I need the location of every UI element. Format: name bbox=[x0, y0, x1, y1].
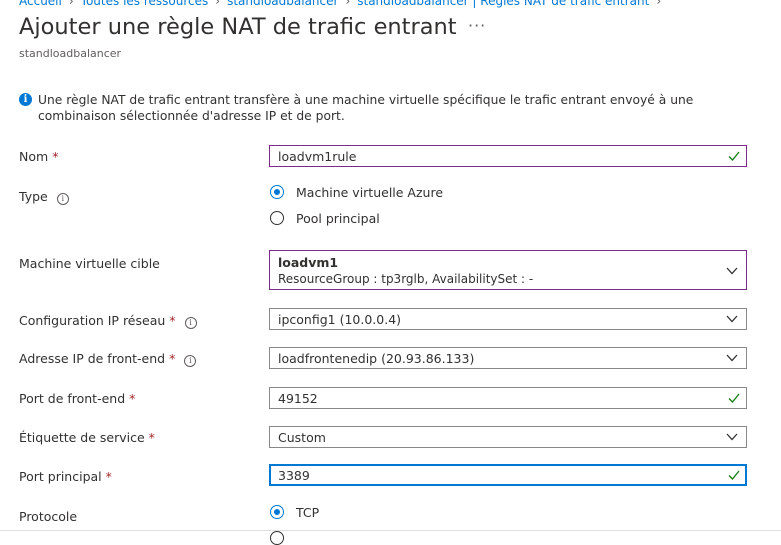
protocol-option-tcp-label[interactable]: TCP bbox=[296, 505, 319, 520]
required-marker: * bbox=[169, 313, 176, 328]
frontend-ip-value: loadfrontenedip (20.93.86.133) bbox=[278, 351, 475, 366]
required-marker: * bbox=[52, 149, 59, 164]
checkmark-icon bbox=[728, 393, 740, 403]
info-icon: i bbox=[19, 93, 32, 106]
target-vm-details: ResourceGroup : tp3rglb, AvailabilitySet… bbox=[278, 272, 534, 286]
backend-port-input[interactable]: 3389 bbox=[269, 464, 747, 486]
info-tooltip-icon[interactable]: i bbox=[184, 317, 197, 329]
breadcrumb-home[interactable]: Accueil bbox=[19, 0, 62, 8]
target-vm-name: loadvm1 bbox=[278, 255, 339, 270]
breadcrumb: Accueil › Toutes les ressources › standloadb… bbox=[19, 0, 668, 8]
frontend-ip-dropdown[interactable]: loadfrontenedip (20.93.86.133) bbox=[269, 347, 747, 369]
breadcrumb-nat-rules[interactable]: standloadbalancer | Règles NAT de trafic… bbox=[357, 0, 649, 8]
frontend-port-label: Port de front-end * bbox=[19, 391, 136, 406]
chevron-down-icon bbox=[726, 267, 738, 275]
target-vm-label: Machine virtuelle cible bbox=[19, 256, 160, 271]
ip-config-dropdown[interactable]: ipconfig1 (10.0.0.4) bbox=[269, 308, 747, 330]
frontend-ip-label: Adresse IP de front-end * i bbox=[19, 351, 197, 367]
checkmark-icon bbox=[728, 470, 740, 480]
info-tooltip-icon[interactable]: i bbox=[56, 193, 69, 205]
name-input-value[interactable]: loadvm1rule bbox=[278, 149, 356, 164]
service-tag-label: Étiquette de service * bbox=[19, 430, 155, 445]
protocol-radio-tcp[interactable] bbox=[270, 505, 284, 519]
page-title: Ajouter une règle NAT de trafic entrant bbox=[19, 14, 457, 40]
required-marker: * bbox=[169, 351, 176, 366]
name-input[interactable]: loadvm1rule bbox=[269, 145, 747, 167]
required-marker: * bbox=[129, 391, 136, 406]
page-subtitle: standloadbalancer bbox=[19, 47, 122, 60]
required-marker: * bbox=[105, 469, 112, 484]
info-tooltip-icon[interactable]: i bbox=[184, 355, 197, 367]
name-label: Nom * bbox=[19, 149, 59, 164]
checkmark-icon bbox=[728, 151, 740, 161]
backend-port-label: Port principal * bbox=[19, 469, 112, 484]
footer-divider bbox=[0, 530, 781, 531]
frontend-port-input[interactable]: 49152 bbox=[269, 387, 747, 409]
type-radio-vm[interactable] bbox=[270, 185, 284, 199]
breadcrumb-loadbalancer[interactable]: standloadbalancer bbox=[227, 0, 338, 8]
target-vm-dropdown[interactable]: loadvm1 ResourceGroup : tp3rglb, Availab… bbox=[269, 250, 747, 290]
info-message: Une règle NAT de trafic entrant transfèr… bbox=[38, 93, 694, 123]
service-tag-dropdown[interactable]: Custom bbox=[269, 426, 747, 448]
breadcrumb-all-resources[interactable]: Toutes les ressources bbox=[81, 0, 209, 8]
service-tag-value: Custom bbox=[278, 430, 326, 445]
type-radio-backend-pool[interactable] bbox=[270, 211, 284, 225]
more-options-button[interactable]: ··· bbox=[468, 16, 486, 35]
ip-config-label: Configuration IP réseau * i bbox=[19, 313, 197, 329]
backend-port-value[interactable]: 3389 bbox=[278, 468, 310, 483]
type-option-pool-label[interactable]: Pool principal bbox=[296, 211, 380, 226]
frontend-port-value[interactable]: 49152 bbox=[278, 391, 318, 406]
protocol-label: Protocole bbox=[19, 509, 78, 524]
chevron-down-icon bbox=[726, 315, 738, 323]
type-label: Type i bbox=[19, 189, 69, 205]
required-marker: * bbox=[148, 430, 155, 445]
chevron-down-icon bbox=[726, 354, 738, 362]
ip-config-value: ipconfig1 (10.0.0.4) bbox=[278, 312, 402, 327]
chevron-down-icon bbox=[726, 433, 738, 441]
type-option-vm-label[interactable]: Machine virtuelle Azure bbox=[296, 185, 443, 200]
